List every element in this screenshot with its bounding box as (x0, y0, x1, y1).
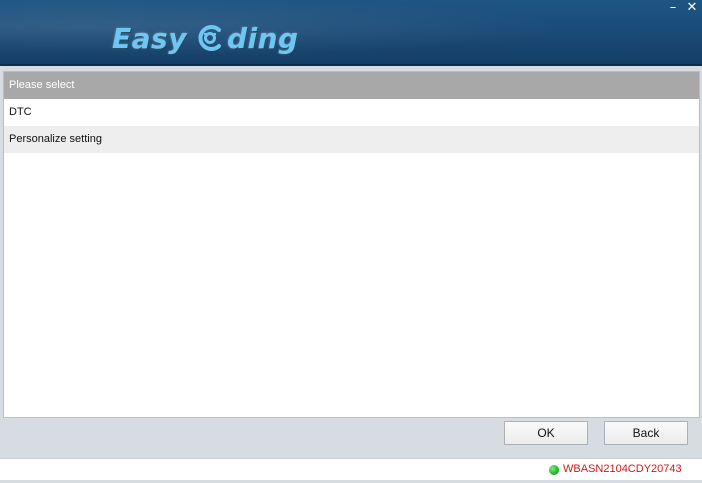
close-button[interactable]: ✕ (683, 0, 701, 16)
selection-list: Please select DTC Personalize setting (3, 71, 700, 418)
logo-text-easy: Easy (112, 21, 187, 55)
connection-status-icon (549, 465, 559, 475)
car-c-icon (198, 25, 221, 51)
logo-text-ding: ding (226, 21, 299, 55)
vehicle-vin: WBASN2104CDY20743 (563, 463, 682, 475)
list-header: Please select (4, 72, 699, 99)
list-item-dtc[interactable]: DTC (4, 99, 699, 126)
ok-button[interactable]: OK (504, 421, 588, 445)
list-item-personalize-setting[interactable]: Personalize setting (4, 126, 699, 153)
minimize-button[interactable]: – (664, 0, 682, 16)
back-button[interactable]: Back (604, 421, 688, 445)
app-logo: Easy ding (112, 20, 299, 56)
app-header: Easy ding – ✕ (0, 0, 702, 66)
status-bar: WBASN2104CDY20743 (0, 458, 702, 480)
